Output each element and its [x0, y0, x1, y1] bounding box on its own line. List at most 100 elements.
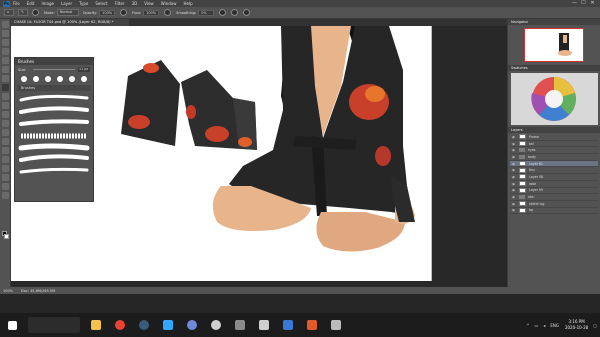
taskbar-app-4[interactable]: [156, 313, 180, 337]
hand-tool-icon[interactable]: [1, 183, 9, 190]
brush-folder[interactable]: Brushes: [17, 85, 91, 91]
layer-row[interactable]: ◉ Layer 58: [510, 174, 598, 181]
navigator-thumbnail[interactable]: [524, 28, 584, 62]
taskbar-app-2[interactable]: [108, 313, 132, 337]
start-button[interactable]: [0, 313, 24, 337]
eye-icon[interactable]: ◉: [512, 175, 517, 179]
eye-icon[interactable]: ◉: [512, 155, 517, 159]
path-select-tool-icon[interactable]: [1, 165, 9, 172]
network-icon[interactable]: ▭: [535, 323, 539, 328]
eye-icon[interactable]: ◉: [512, 148, 517, 152]
layer-row[interactable]: ◉ robe: [510, 181, 598, 188]
menu-view[interactable]: View: [144, 0, 154, 7]
eye-icon[interactable]: ◉: [512, 168, 517, 172]
document-tab[interactable]: CHASE LIL FLOOR TS4.psd @ 100% (Layer 62…: [11, 19, 129, 26]
eye-icon[interactable]: ◉: [512, 208, 517, 212]
home-icon[interactable]: ⌂: [4, 9, 14, 16]
type-tool-icon[interactable]: [1, 156, 9, 163]
taskbar-app-11[interactable]: [324, 313, 348, 337]
flow-field[interactable]: 100%: [143, 9, 160, 16]
eye-icon[interactable]: ◉: [512, 162, 517, 166]
taskbar-app-3[interactable]: [132, 313, 156, 337]
layer-row[interactable]: ◉ skin: [510, 194, 598, 201]
pressure-size-icon[interactable]: [231, 9, 239, 16]
menu-3d[interactable]: 3D: [132, 0, 138, 7]
shape-tool-icon[interactable]: [1, 174, 9, 181]
zoom-level[interactable]: 100%: [3, 289, 13, 293]
tray-chevron-icon[interactable]: ^: [526, 323, 529, 328]
eye-icon[interactable]: ◉: [512, 182, 517, 186]
layer-row[interactable]: ◉ bg: [510, 207, 598, 215]
menu-filter[interactable]: Filter: [115, 0, 125, 7]
dodge-tool-icon[interactable]: [1, 138, 9, 145]
eyedropper-tool-icon[interactable]: [1, 66, 9, 73]
layer-row[interactable]: ◉ Layer 59: [510, 187, 598, 195]
taskbar-app-5[interactable]: [180, 313, 204, 337]
minimize-button[interactable]: —: [570, 0, 579, 7]
brush-size-slider[interactable]: [33, 69, 75, 70]
gradient-tool-icon[interactable]: [1, 120, 9, 127]
layer-row[interactable]: ◉ tail: [510, 141, 598, 148]
menu-file[interactable]: File: [13, 0, 20, 7]
taskbar-app-1[interactable]: [84, 313, 108, 337]
volume-icon[interactable]: ◂: [543, 323, 545, 328]
brush-preset-picker[interactable]: [32, 9, 39, 16]
close-button[interactable]: ✕: [588, 0, 597, 7]
taskbar-search[interactable]: [28, 317, 80, 333]
recent-brush-3[interactable]: [45, 76, 51, 82]
recent-brush-6[interactable]: [81, 76, 87, 82]
layer-row[interactable]: ◉ tiny: [510, 167, 598, 175]
brush-tool-icon[interactable]: ✎: [18, 9, 28, 16]
lasso-tool-icon[interactable]: [1, 39, 9, 46]
move-tool-icon[interactable]: [1, 21, 9, 28]
eye-icon[interactable]: ◉: [512, 195, 517, 199]
mode-select[interactable]: Normal: [56, 9, 79, 16]
taskbar-app-10[interactable]: [300, 313, 324, 337]
menu-select[interactable]: Select: [95, 0, 107, 7]
menu-type[interactable]: Type: [79, 0, 88, 7]
layer-row[interactable]: ◉ Frame: [510, 134, 598, 141]
layer-row[interactable]: ◉ sketch bg: [510, 201, 598, 208]
eye-icon[interactable]: ◉: [512, 188, 517, 192]
clone-stamp-tool-icon[interactable]: [1, 93, 9, 100]
notification-icon[interactable]: ▢: [593, 323, 597, 328]
eraser-tool-icon[interactable]: [1, 111, 9, 118]
taskbar-app-9[interactable]: [276, 313, 300, 337]
brush-size-field[interactable]: 11 px: [78, 67, 90, 72]
background-color-swatch[interactable]: [4, 234, 9, 239]
recent-brush-4[interactable]: [57, 76, 63, 82]
crop-tool-icon[interactable]: [1, 57, 9, 64]
recent-brush-1[interactable]: [21, 76, 27, 82]
menu-window[interactable]: Window: [161, 0, 177, 7]
language-indicator[interactable]: ENG: [550, 323, 559, 328]
menu-layer[interactable]: Layer: [61, 0, 72, 7]
marquee-tool-icon[interactable]: [1, 30, 9, 37]
menu-edit[interactable]: Edit: [27, 0, 35, 7]
eye-icon[interactable]: ◉: [512, 202, 517, 206]
layer-row[interactable]: ◉ eyes: [510, 147, 598, 155]
taskbar-app-7[interactable]: [228, 313, 252, 337]
color-wheel-panel[interactable]: [511, 73, 598, 125]
maximize-button[interactable]: ☐: [579, 0, 588, 7]
blur-tool-icon[interactable]: [1, 129, 9, 136]
brush-tool-icon-active[interactable]: [1, 84, 9, 91]
taskbar-app-6[interactable]: [204, 313, 228, 337]
eye-icon[interactable]: ◉: [512, 142, 517, 146]
taskbar-app-8[interactable]: [252, 313, 276, 337]
airbrush-icon[interactable]: [164, 9, 172, 16]
pressure-opacity-icon[interactable]: [120, 9, 128, 16]
menu-help[interactable]: Help: [183, 0, 192, 7]
history-brush-tool-icon[interactable]: [1, 102, 9, 109]
pen-tool-icon[interactable]: [1, 147, 9, 154]
quick-select-tool-icon[interactable]: [1, 48, 9, 55]
recent-brush-5[interactable]: [69, 76, 75, 82]
smoothing-field[interactable]: 0%: [198, 9, 215, 16]
settings-gear-icon[interactable]: [219, 9, 227, 16]
clock[interactable]: 3:16 PM 2020-10-28: [565, 319, 588, 331]
menu-image[interactable]: Image: [41, 0, 54, 7]
healing-tool-icon[interactable]: [1, 75, 9, 82]
recent-brush-2[interactable]: [33, 76, 39, 82]
layer-row-selected[interactable]: ◉ Layer 62: [510, 160, 598, 168]
symmetry-icon[interactable]: [243, 9, 251, 16]
eye-icon[interactable]: ◉: [512, 135, 517, 139]
